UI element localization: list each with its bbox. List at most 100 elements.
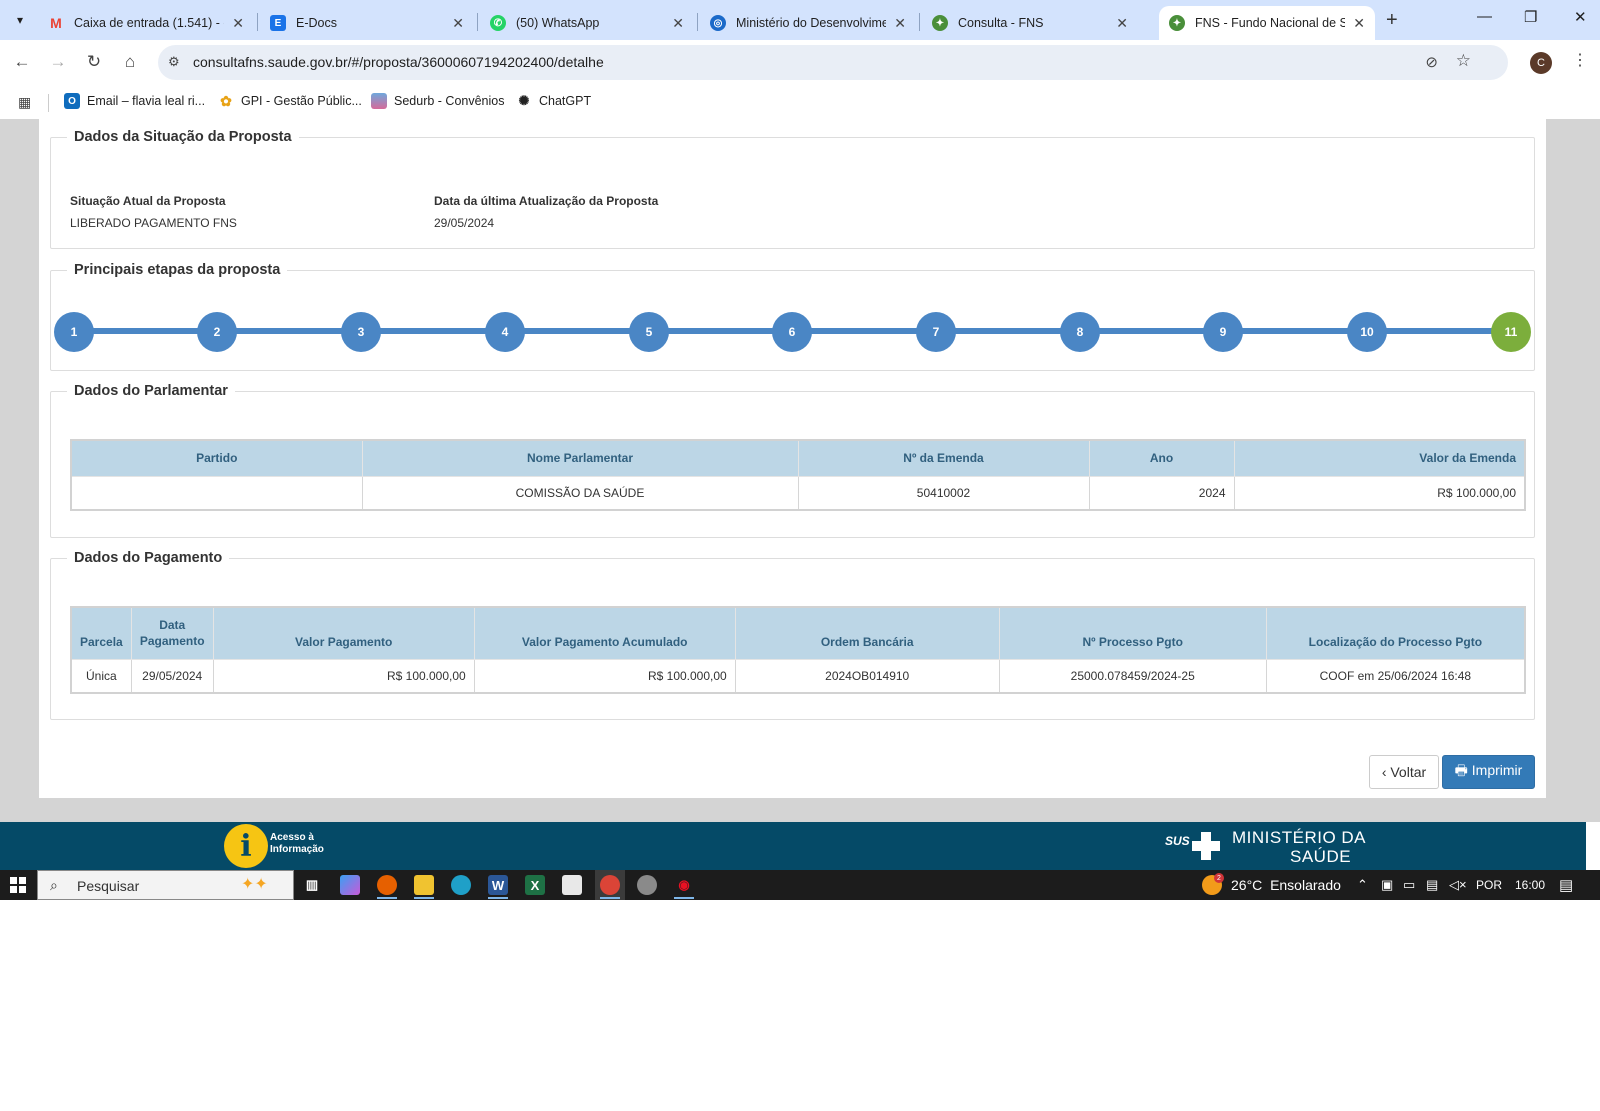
bookmark-label: Sedurb - Convênios [394,94,505,108]
step-3[interactable]: 3 [341,312,381,352]
paint-icon[interactable] [637,875,657,895]
voltar-button[interactable]: ‹ Voltar [1369,755,1439,789]
data-atualizacao-value: 29/05/2024 [434,216,495,230]
back-arrow-icon[interactable]: ← [10,50,34,74]
step-6[interactable]: 6 [772,312,812,352]
tab-search-button[interactable]: ▾ [8,8,32,32]
weather-temp: 26°C [1231,877,1263,893]
step-11-current[interactable]: 11 [1491,312,1531,352]
bookmark-label: Email – flavia leal ri... [87,94,206,108]
tray-language[interactable]: POR [1476,878,1502,892]
bookmark-star-icon[interactable]: ☆ [1456,51,1471,71]
forward-arrow-icon[interactable]: → [46,50,70,74]
copilot-icon[interactable] [340,875,360,895]
col-valor-acumulado[interactable]: Valor Pagamento Acumulado [473,606,736,660]
bookmark-sedurb[interactable]: Sedurb - Convênios [371,93,504,109]
step-9[interactable]: 9 [1203,312,1243,352]
step-5[interactable]: 5 [629,312,669,352]
col-valor-emenda[interactable]: Valor da Emenda [1233,439,1526,477]
restore-icon[interactable]: ❐ [1524,8,1537,26]
word-icon[interactable]: W [488,875,508,895]
windows-start-icon[interactable] [10,877,26,893]
window-close-icon[interactable]: ✕ [1574,8,1587,26]
address-bar[interactable]: ⚙ consultafns.saude.gov.br/#/proposta/36… [158,45,1508,80]
site-settings-icon[interactable]: ⚙ [168,54,180,70]
bookmark-chatgpt[interactable]: ✺ ChatGPT [516,93,592,109]
close-icon[interactable]: ✕ [1353,15,1365,32]
tray-display-icon[interactable]: ▭ [1403,877,1415,893]
col-partido[interactable]: Partido [70,439,363,477]
imprimir-button[interactable]: 🖶 Imprimir [1442,755,1535,789]
tab-fns-active[interactable]: ✦ FNS - Fundo Nacional de Saú ✕ [1159,6,1375,40]
bookmark-gpi[interactable]: ✿ GPI - Gestão Públic... [218,93,362,109]
url-text[interactable]: consultafns.saude.gov.br/#/proposta/3600… [193,54,604,70]
page-scrollbar[interactable] [1586,119,1600,822]
col-ano[interactable]: Ano [1088,439,1235,477]
tab-ministerio[interactable]: ◎ Ministério do Desenvolvimen ✕ [700,6,916,40]
edge-icon[interactable] [451,875,471,895]
tray-meet-icon[interactable]: ▣ [1381,877,1393,893]
tab-title: Consulta - FNS [958,16,1044,30]
notifications-icon[interactable]: ▤ [1559,876,1573,894]
parlamentar-table: Partido Nome Parlamentar Nº da Emenda An… [70,439,1526,511]
ministerio-icon: ◎ [710,15,726,31]
bookmarks-bar: ▦ O Email – flavia leal ri... ✿ GPI - Ge… [0,85,1600,119]
col-nome-parlamentar[interactable]: Nome Parlamentar [361,439,799,477]
tracking-off-icon[interactable]: ⊘ [1425,53,1438,71]
col-parcela[interactable]: Parcela [70,606,132,660]
step-2[interactable]: 2 [197,312,237,352]
col-numero-emenda[interactable]: Nº da Emenda [797,439,1090,477]
profile-avatar[interactable]: C [1530,52,1552,74]
tab-edocs[interactable]: E E-Docs ✕ [260,6,474,40]
tray-network-icon[interactable]: ▤ [1426,877,1438,893]
tab-consulta-fns[interactable]: ✦ Consulta - FNS ✕ [922,6,1138,40]
col-ordem-bancaria[interactable]: Ordem Bancária [734,606,1000,660]
step-8[interactable]: 8 [1060,312,1100,352]
tab-whatsapp[interactable]: ✆ (50) WhatsApp ✕ [480,6,694,40]
col-localizacao-processo[interactable]: Localização do Processo Pgto [1265,606,1526,660]
acesso-informacao-label[interactable]: Acesso à Informação [270,832,340,856]
bookmark-email[interactable]: O Email – flavia leal ri... [64,93,205,109]
acesso-informacao-icon[interactable]: i [224,824,268,868]
col-data-pagamento[interactable]: Data Pagamento [130,606,214,660]
bookmark-label: GPI - Gestão Públic... [241,94,362,108]
tab-title: FNS - Fundo Nacional de Saú [1195,16,1346,30]
tab-title: E-Docs [296,16,337,30]
step-4[interactable]: 4 [485,312,525,352]
sedurb-icon [371,93,387,109]
excel-icon[interactable]: X [525,875,545,895]
step-7[interactable]: 7 [916,312,956,352]
menu-dots-icon[interactable]: ⋮ [1572,50,1588,70]
tray-volume-muted-icon[interactable]: ◁× [1449,877,1467,893]
close-icon[interactable]: ✕ [1116,15,1128,32]
weather-summary[interactable]: 26°C Ensolarado [1231,877,1341,893]
table-row: COMISSÃO DA SAÚDE 50410002 2024 R$ 100.0… [70,475,1526,511]
tray-clock[interactable]: 16:00 [1515,878,1545,892]
chrome-icon[interactable] [600,875,620,895]
new-tab-plus-icon[interactable]: + [1386,9,1398,32]
step-10[interactable]: 10 [1347,312,1387,352]
cell-parcela: Única [70,658,132,694]
step-1[interactable]: 1 [54,312,94,352]
close-icon[interactable]: ✕ [894,15,906,32]
close-icon[interactable]: ✕ [452,15,464,32]
close-icon[interactable]: ✕ [232,15,244,32]
firefox-icon[interactable] [377,875,397,895]
taskbar-search-box[interactable]: ⌕ Pesquisar ✦✦ [37,870,294,900]
tray-chevron-up-icon[interactable]: ⌃ [1357,877,1368,893]
task-view-icon[interactable]: ▥ [302,875,322,895]
recorder-icon[interactable]: ◉ [674,875,694,895]
file-explorer-icon[interactable] [414,875,434,895]
home-icon[interactable]: ⌂ [118,50,142,74]
reload-icon[interactable]: ↻ [82,50,106,74]
cell-valor-emenda: R$ 100.000,00 [1233,475,1526,511]
notepad-icon[interactable] [562,875,582,895]
close-icon[interactable]: ✕ [672,15,684,32]
minimize-icon[interactable]: — [1477,8,1492,25]
apps-grid-icon[interactable]: ▦ [18,94,31,111]
col-processo-pgto[interactable]: Nº Processo Pgto [998,606,1267,660]
col-valor-pagamento[interactable]: Valor Pagamento [212,606,475,660]
tab-gmail[interactable]: M Caixa de entrada (1.541) - co ✕ [38,6,254,40]
cell-localizacao-processo: COOF em 25/06/2024 16:48 [1265,658,1526,694]
sus-cross-icon [1192,832,1220,860]
